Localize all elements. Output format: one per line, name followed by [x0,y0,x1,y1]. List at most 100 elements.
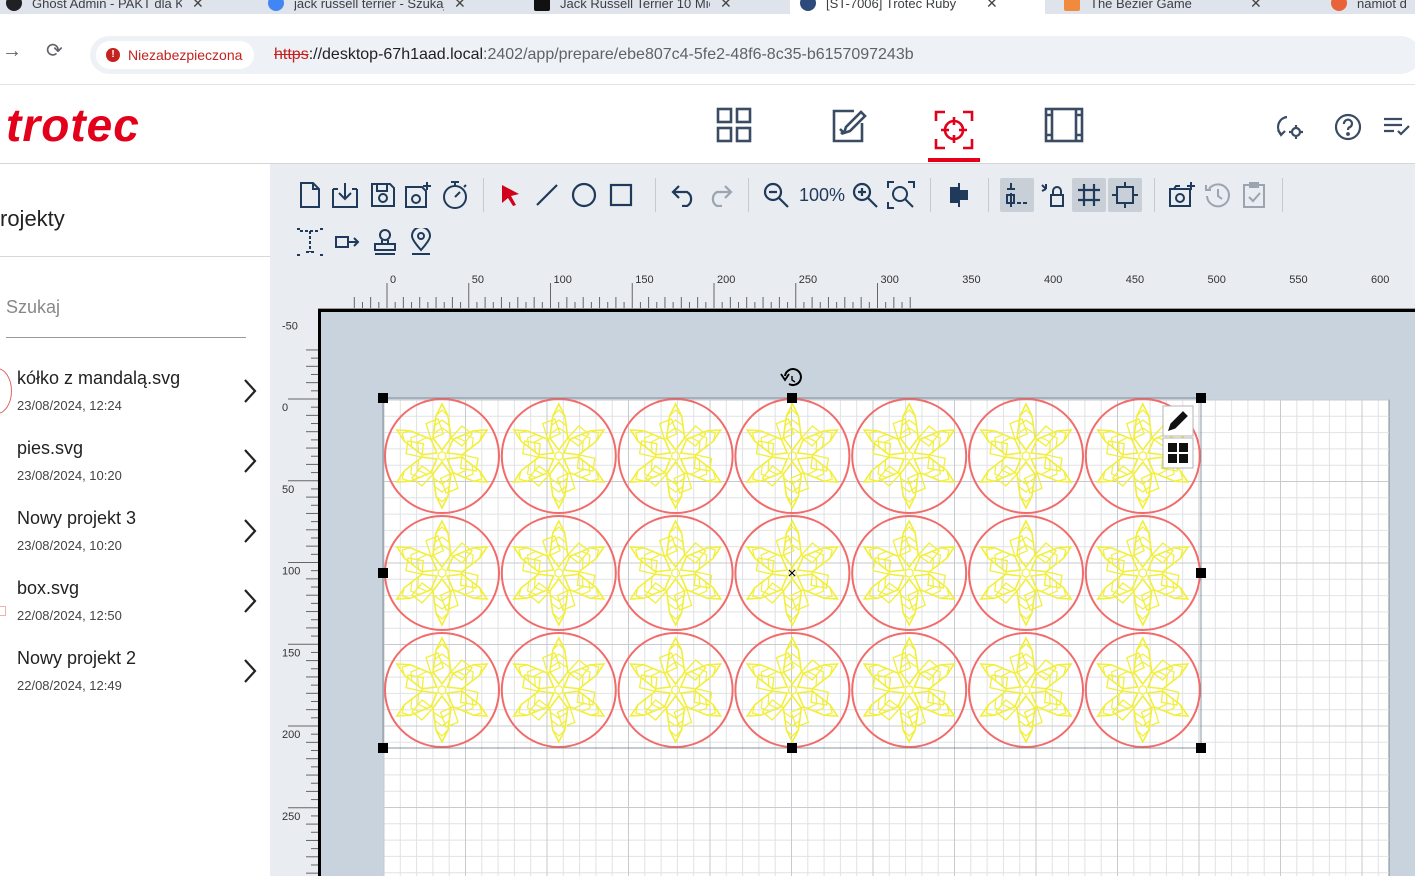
cut-circle [968,632,1084,748]
resize-handle[interactable] [378,393,388,403]
edit-object-button[interactable] [1162,405,1194,437]
chevron-right-icon[interactable] [240,658,260,684]
cut-circle [617,632,734,748]
reload-icon[interactable]: ⟳ [46,41,63,61]
project-name: Nowy projekt 2 [17,648,137,668]
rotate-icon[interactable] [780,368,802,387]
cut-circle [851,398,968,514]
project-item[interactable]: box.svg 22/08/2024, 12:50 [0,578,270,648]
cut-circle [851,632,968,748]
browser-tab[interactable]: jack russell terrier - Szukaj ✕ [262,0,512,14]
design-tile[interactable] [966,632,1086,748]
design-tile[interactable] [382,632,502,748]
project-item[interactable]: Nowy projekt 3 23/08/2024, 10:20 [0,508,270,578]
array-object-button[interactable] [1162,437,1194,469]
chevron-right-icon[interactable] [240,588,260,614]
design-overlay [270,164,1415,876]
close-icon[interactable]: ✕ [192,0,204,12]
jobs-mode-button[interactable] [1038,102,1090,148]
project-name: pies.svg [17,438,84,458]
browser-tab[interactable]: Jack Russell Terrier 10 Mies ✕ [528,0,778,14]
cut-circle [500,515,617,631]
close-icon[interactable]: ✕ [986,0,998,12]
project-date: 23/08/2024, 12:24 [17,398,122,413]
design-tile[interactable] [616,515,736,631]
design-tile[interactable] [732,632,852,748]
security-chip[interactable]: ! Niezabezpieczona [96,41,255,69]
design-tile[interactable] [1083,632,1203,748]
design-tile[interactable] [732,398,852,514]
design-tile[interactable] [499,515,619,631]
resize-handle[interactable] [787,743,797,753]
design-mode-button[interactable] [822,102,874,148]
project-search[interactable] [6,293,246,338]
cut-circle [617,398,734,514]
forward-icon[interactable]: → [2,41,22,61]
jira-icon [800,0,816,11]
url-protocol: https [274,46,309,63]
url-host: ://desktop-67h1aad.local [308,46,484,63]
checklist-icon [1384,117,1410,136]
design-tile[interactable] [849,398,969,514]
design-tile[interactable] [1083,515,1203,631]
close-icon[interactable]: ✕ [454,0,466,12]
tasks-button[interactable] [1382,112,1412,142]
design-layer[interactable] [270,164,1415,876]
sync-settings-icon [1276,115,1303,139]
close-icon[interactable]: ✕ [720,0,732,12]
dashboard-mode-button[interactable] [708,102,760,148]
browser-tab[interactable]: namiot d [1325,0,1415,14]
resize-handle[interactable] [1196,393,1206,403]
chevron-right-icon[interactable] [240,378,260,404]
chevron-right-icon[interactable] [240,448,260,474]
browser-tab[interactable]: Ghost Admin - PAKT dla Ko ✕ [0,0,250,14]
url-path: :2402/app/prepare/ebe807c4-5fe2-48f6-8c3… [483,46,914,63]
mandala-center [554,451,564,461]
project-item[interactable]: Nowy projekt 2 22/08/2024, 12:49 [0,648,270,718]
design-tile[interactable] [849,515,969,631]
design-tile[interactable] [966,398,1086,514]
browser-tab-active[interactable]: [ST-7006] Trotec Ruby ✕ [790,0,1045,14]
resize-handle[interactable] [378,568,388,578]
mandala-center [904,685,914,695]
resize-handle[interactable] [378,743,388,753]
browser-tab[interactable]: The Bézier Game ✕ [1058,0,1308,14]
design-tile[interactable] [382,515,502,631]
design-tile[interactable] [499,632,619,748]
url-text[interactable]: https://desktop-67h1aad.local:2402/app/p… [274,46,914,64]
resize-handle[interactable] [787,393,797,403]
machine-settings-button[interactable] [1275,112,1305,142]
help-button[interactable] [1333,112,1363,142]
help-icon [1334,113,1362,141]
cut-circle [500,632,617,748]
project-name: box.svg [17,578,80,598]
design-tile[interactable] [616,632,736,748]
cut-circle [734,632,851,748]
chevron-right-icon[interactable] [240,518,260,544]
design-tile[interactable] [966,515,1086,631]
browser-tab-strip: Ghost Admin - PAKT dla Ko ✕ jack russell… [0,0,1415,14]
search-input[interactable] [6,293,236,318]
project-name: Nowy projekt 3 [17,508,137,528]
tab-title: Jack Russell Terrier 10 Mies [560,0,710,11]
design-tile[interactable] [382,398,502,514]
project-item[interactable]: kółko z mandalą.svg 23/08/2024, 12:24 [0,368,270,438]
prepare-mode-button[interactable] [928,102,980,162]
mandala-center [1021,451,1031,461]
design-tile[interactable] [616,398,736,514]
mandala-center [671,568,681,578]
mandala-center [437,685,447,695]
address-bar[interactable]: ! Niezabezpieczona https://desktop-67h1a… [90,36,1415,74]
resize-handle[interactable] [1196,743,1206,753]
tab-title: jack russell terrier - Szukaj [294,0,444,11]
mandala-center [787,451,798,461]
resize-handle[interactable] [1196,568,1206,578]
project-item[interactable]: pies.svg 23/08/2024, 10:20 [0,438,270,508]
close-icon[interactable]: ✕ [1250,0,1262,12]
tab-title: [ST-7006] Trotec Ruby [826,0,957,11]
design-tile[interactable] [849,632,969,748]
browser-toolbar: → ⟳ ! Niezabezpieczona https://desktop-6… [0,14,1415,85]
edit-icon [832,109,867,143]
mandala-center [437,451,447,461]
design-tile[interactable] [499,398,619,514]
